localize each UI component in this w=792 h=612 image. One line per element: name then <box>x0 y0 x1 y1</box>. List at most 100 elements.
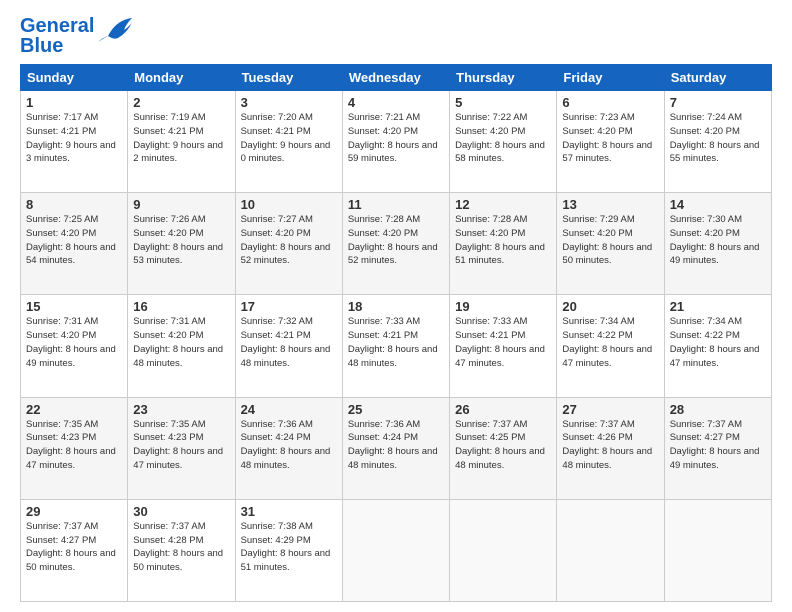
day-info: Sunrise: 7:19 AM Sunset: 4:21 PM Dayligh… <box>133 111 229 166</box>
day-number: 28 <box>670 402 766 417</box>
day-cell: 29 Sunrise: 7:37 AM Sunset: 4:27 PM Dayl… <box>21 499 128 601</box>
day-cell: 3 Sunrise: 7:20 AM Sunset: 4:21 PM Dayli… <box>235 91 342 193</box>
logo-bird-icon <box>98 16 134 44</box>
day-info: Sunrise: 7:37 AM Sunset: 4:27 PM Dayligh… <box>26 520 122 575</box>
day-info: Sunrise: 7:34 AM Sunset: 4:22 PM Dayligh… <box>670 315 766 370</box>
day-number: 7 <box>670 95 766 110</box>
day-info: Sunrise: 7:24 AM Sunset: 4:20 PM Dayligh… <box>670 111 766 166</box>
day-number: 10 <box>241 197 337 212</box>
day-info: Sunrise: 7:37 AM Sunset: 4:25 PM Dayligh… <box>455 418 551 473</box>
day-cell: 4 Sunrise: 7:21 AM Sunset: 4:20 PM Dayli… <box>342 91 449 193</box>
day-info: Sunrise: 7:29 AM Sunset: 4:20 PM Dayligh… <box>562 213 658 268</box>
day-info: Sunrise: 7:30 AM Sunset: 4:20 PM Dayligh… <box>670 213 766 268</box>
day-cell: 26 Sunrise: 7:37 AM Sunset: 4:25 PM Dayl… <box>450 397 557 499</box>
day-info: Sunrise: 7:25 AM Sunset: 4:20 PM Dayligh… <box>26 213 122 268</box>
day-cell <box>342 499 449 601</box>
day-info: Sunrise: 7:33 AM Sunset: 4:21 PM Dayligh… <box>348 315 444 370</box>
day-number: 6 <box>562 95 658 110</box>
week-row-3: 15 Sunrise: 7:31 AM Sunset: 4:20 PM Dayl… <box>21 295 772 397</box>
day-cell: 28 Sunrise: 7:37 AM Sunset: 4:27 PM Dayl… <box>664 397 771 499</box>
day-number: 4 <box>348 95 444 110</box>
day-number: 2 <box>133 95 229 110</box>
day-info: Sunrise: 7:20 AM Sunset: 4:21 PM Dayligh… <box>241 111 337 166</box>
day-info: Sunrise: 7:37 AM Sunset: 4:26 PM Dayligh… <box>562 418 658 473</box>
day-number: 15 <box>26 299 122 314</box>
day-number: 17 <box>241 299 337 314</box>
day-cell: 12 Sunrise: 7:28 AM Sunset: 4:20 PM Dayl… <box>450 193 557 295</box>
day-number: 16 <box>133 299 229 314</box>
day-cell: 17 Sunrise: 7:32 AM Sunset: 4:21 PM Dayl… <box>235 295 342 397</box>
day-cell: 15 Sunrise: 7:31 AM Sunset: 4:20 PM Dayl… <box>21 295 128 397</box>
day-cell: 8 Sunrise: 7:25 AM Sunset: 4:20 PM Dayli… <box>21 193 128 295</box>
header-saturday: Saturday <box>664 65 771 91</box>
day-cell: 1 Sunrise: 7:17 AM Sunset: 4:21 PM Dayli… <box>21 91 128 193</box>
day-number: 23 <box>133 402 229 417</box>
day-info: Sunrise: 7:36 AM Sunset: 4:24 PM Dayligh… <box>348 418 444 473</box>
day-cell: 22 Sunrise: 7:35 AM Sunset: 4:23 PM Dayl… <box>21 397 128 499</box>
day-cell: 11 Sunrise: 7:28 AM Sunset: 4:20 PM Dayl… <box>342 193 449 295</box>
day-info: Sunrise: 7:36 AM Sunset: 4:24 PM Dayligh… <box>241 418 337 473</box>
day-cell: 20 Sunrise: 7:34 AM Sunset: 4:22 PM Dayl… <box>557 295 664 397</box>
day-cell: 21 Sunrise: 7:34 AM Sunset: 4:22 PM Dayl… <box>664 295 771 397</box>
day-cell: 7 Sunrise: 7:24 AM Sunset: 4:20 PM Dayli… <box>664 91 771 193</box>
day-number: 18 <box>348 299 444 314</box>
day-info: Sunrise: 7:31 AM Sunset: 4:20 PM Dayligh… <box>26 315 122 370</box>
day-number: 27 <box>562 402 658 417</box>
header-sunday: Sunday <box>21 65 128 91</box>
day-info: Sunrise: 7:21 AM Sunset: 4:20 PM Dayligh… <box>348 111 444 166</box>
logo: General Blue <box>20 16 134 56</box>
day-number: 22 <box>26 402 122 417</box>
week-row-5: 29 Sunrise: 7:37 AM Sunset: 4:27 PM Dayl… <box>21 499 772 601</box>
day-info: Sunrise: 7:26 AM Sunset: 4:20 PM Dayligh… <box>133 213 229 268</box>
day-info: Sunrise: 7:38 AM Sunset: 4:29 PM Dayligh… <box>241 520 337 575</box>
day-number: 14 <box>670 197 766 212</box>
day-cell: 27 Sunrise: 7:37 AM Sunset: 4:26 PM Dayl… <box>557 397 664 499</box>
day-number: 25 <box>348 402 444 417</box>
day-number: 19 <box>455 299 551 314</box>
day-number: 8 <box>26 197 122 212</box>
day-cell: 16 Sunrise: 7:31 AM Sunset: 4:20 PM Dayl… <box>128 295 235 397</box>
day-number: 31 <box>241 504 337 519</box>
day-info: Sunrise: 7:27 AM Sunset: 4:20 PM Dayligh… <box>241 213 337 268</box>
day-number: 20 <box>562 299 658 314</box>
header-thursday: Thursday <box>450 65 557 91</box>
day-info: Sunrise: 7:23 AM Sunset: 4:20 PM Dayligh… <box>562 111 658 166</box>
day-number: 3 <box>241 95 337 110</box>
day-cell: 19 Sunrise: 7:33 AM Sunset: 4:21 PM Dayl… <box>450 295 557 397</box>
day-info: Sunrise: 7:35 AM Sunset: 4:23 PM Dayligh… <box>26 418 122 473</box>
day-cell <box>557 499 664 601</box>
day-number: 1 <box>26 95 122 110</box>
day-number: 29 <box>26 504 122 519</box>
day-cell: 14 Sunrise: 7:30 AM Sunset: 4:20 PM Dayl… <box>664 193 771 295</box>
header-friday: Friday <box>557 65 664 91</box>
day-cell: 9 Sunrise: 7:26 AM Sunset: 4:20 PM Dayli… <box>128 193 235 295</box>
week-row-4: 22 Sunrise: 7:35 AM Sunset: 4:23 PM Dayl… <box>21 397 772 499</box>
day-cell: 18 Sunrise: 7:33 AM Sunset: 4:21 PM Dayl… <box>342 295 449 397</box>
day-info: Sunrise: 7:32 AM Sunset: 4:21 PM Dayligh… <box>241 315 337 370</box>
day-number: 26 <box>455 402 551 417</box>
day-cell: 25 Sunrise: 7:36 AM Sunset: 4:24 PM Dayl… <box>342 397 449 499</box>
day-info: Sunrise: 7:22 AM Sunset: 4:20 PM Dayligh… <box>455 111 551 166</box>
week-row-2: 8 Sunrise: 7:25 AM Sunset: 4:20 PM Dayli… <box>21 193 772 295</box>
day-number: 30 <box>133 504 229 519</box>
day-number: 21 <box>670 299 766 314</box>
day-cell: 2 Sunrise: 7:19 AM Sunset: 4:21 PM Dayli… <box>128 91 235 193</box>
day-number: 11 <box>348 197 444 212</box>
header-wednesday: Wednesday <box>342 65 449 91</box>
week-row-1: 1 Sunrise: 7:17 AM Sunset: 4:21 PM Dayli… <box>21 91 772 193</box>
day-info: Sunrise: 7:17 AM Sunset: 4:21 PM Dayligh… <box>26 111 122 166</box>
day-cell: 31 Sunrise: 7:38 AM Sunset: 4:29 PM Dayl… <box>235 499 342 601</box>
day-cell: 10 Sunrise: 7:27 AM Sunset: 4:20 PM Dayl… <box>235 193 342 295</box>
day-cell <box>450 499 557 601</box>
day-info: Sunrise: 7:35 AM Sunset: 4:23 PM Dayligh… <box>133 418 229 473</box>
header: General Blue <box>20 16 772 56</box>
day-info: Sunrise: 7:37 AM Sunset: 4:28 PM Dayligh… <box>133 520 229 575</box>
day-number: 12 <box>455 197 551 212</box>
day-cell <box>664 499 771 601</box>
calendar-table: SundayMondayTuesdayWednesdayThursdayFrid… <box>20 64 772 602</box>
header-tuesday: Tuesday <box>235 65 342 91</box>
day-info: Sunrise: 7:34 AM Sunset: 4:22 PM Dayligh… <box>562 315 658 370</box>
calendar-body: 1 Sunrise: 7:17 AM Sunset: 4:21 PM Dayli… <box>21 91 772 602</box>
header-row: SundayMondayTuesdayWednesdayThursdayFrid… <box>21 65 772 91</box>
day-cell: 5 Sunrise: 7:22 AM Sunset: 4:20 PM Dayli… <box>450 91 557 193</box>
